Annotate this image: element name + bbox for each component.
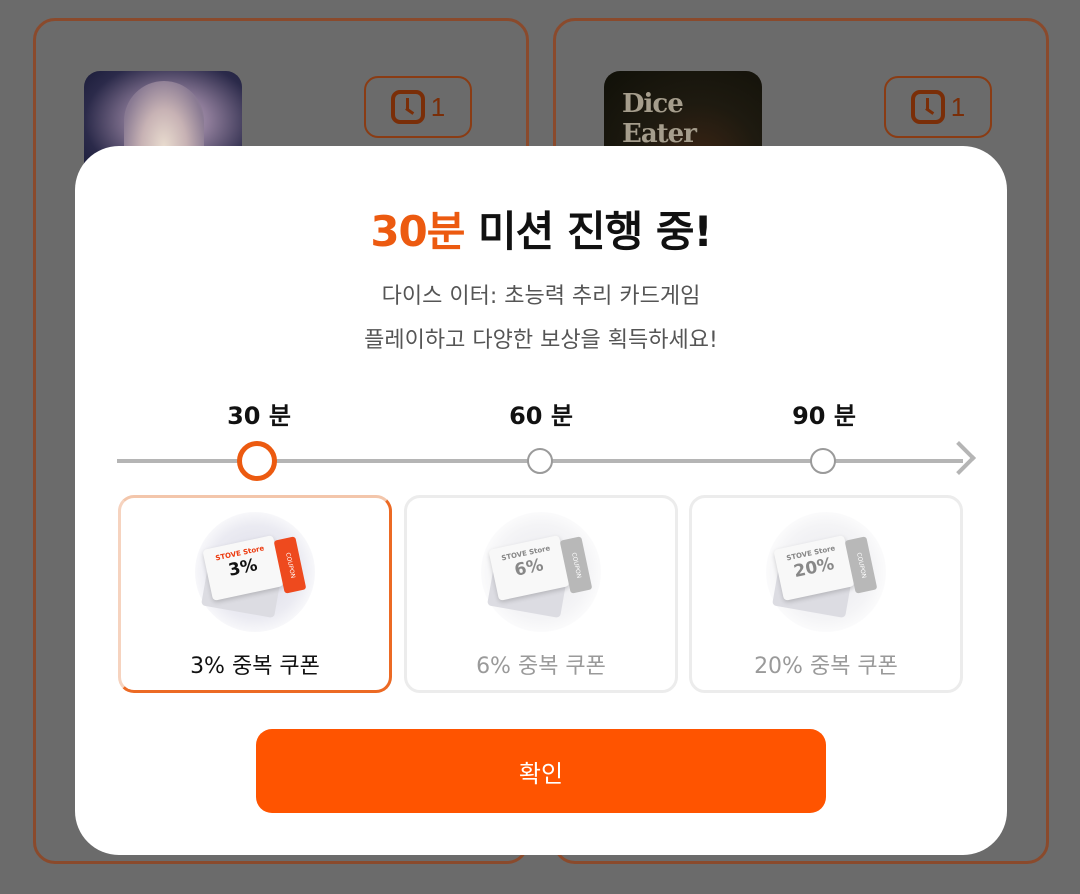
step-label-60: 60 분 bbox=[509, 402, 573, 430]
timer-count: 1 bbox=[950, 91, 966, 122]
confirm-button[interactable]: 확인 bbox=[256, 729, 826, 813]
step-label-90: 90 분 bbox=[792, 402, 856, 430]
timer-count: 1 bbox=[430, 91, 446, 122]
title-rest: 미션 진행 중! bbox=[464, 207, 713, 256]
clock-icon bbox=[910, 90, 945, 124]
reward-label: 20% 중복 쿠폰 bbox=[754, 654, 898, 679]
coupon-stub-text: COUPON bbox=[283, 551, 297, 579]
step-node-30 bbox=[237, 441, 277, 481]
coupon-icon: STOVE Store 3% COUPON bbox=[195, 512, 315, 632]
clock-icon bbox=[390, 90, 425, 124]
game-logo: Dice Eater bbox=[622, 89, 697, 149]
reward-card-20[interactable]: STOVE Store 20% COUPON 20% 중복 쿠폰 bbox=[689, 495, 963, 693]
coupon-stub-text: COUPON bbox=[854, 551, 868, 579]
reward-card-3[interactable]: STOVE Store 3% COUPON 3% 중복 쿠폰 bbox=[118, 495, 392, 693]
reward-label: 3% 중복 쿠폰 bbox=[190, 654, 320, 679]
coupon-icon: STOVE Store 6% COUPON bbox=[481, 512, 601, 632]
modal-subtitle-game: 다이스 이터: 초능력 추리 카드게임 bbox=[381, 284, 701, 309]
coupon-stub-text: COUPON bbox=[569, 551, 583, 579]
reward-card-6[interactable]: STOVE Store 6% COUPON 6% 중복 쿠폰 bbox=[404, 495, 678, 693]
modal-title: 30분 미션 진행 중! bbox=[75, 198, 1007, 259]
step-node-90 bbox=[810, 448, 836, 474]
arrow-right-icon bbox=[942, 441, 976, 475]
timer-badge: 1 bbox=[884, 76, 992, 138]
title-accent: 30분 bbox=[370, 207, 465, 256]
reward-label: 6% 중복 쿠폰 bbox=[476, 654, 606, 679]
timer-badge: 1 bbox=[364, 76, 472, 138]
step-label-30: 30 분 bbox=[227, 402, 291, 430]
coupon-icon: STOVE Store 20% COUPON bbox=[766, 512, 886, 632]
step-node-60 bbox=[527, 448, 553, 474]
modal-subtitle-desc: 플레이하고 다양한 보상을 획득하세요! bbox=[364, 328, 718, 353]
mission-modal: 30분 미션 진행 중! 다이스 이터: 초능력 추리 카드게임 플레이하고 다… bbox=[75, 146, 1007, 855]
